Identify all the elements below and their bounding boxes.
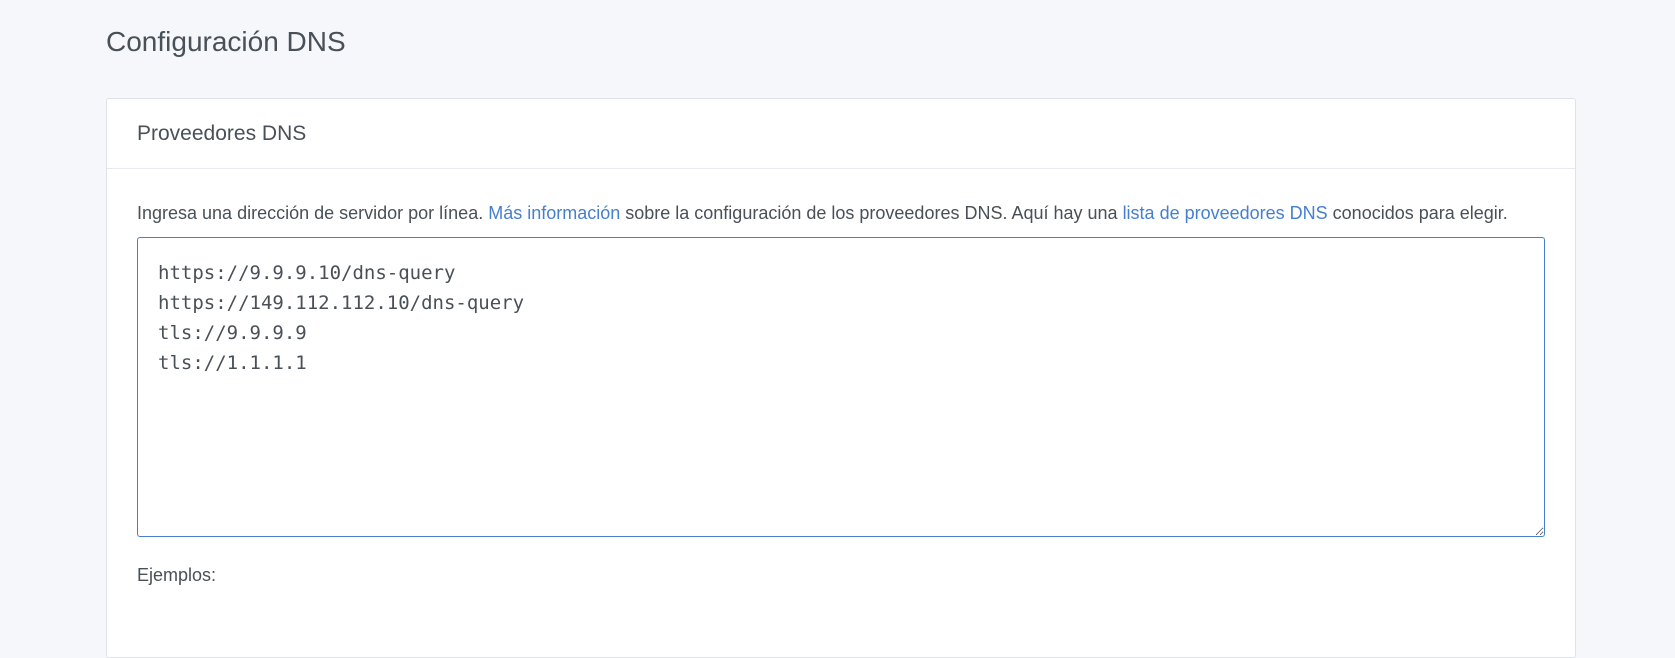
card-title: Proveedores DNS [137, 121, 307, 145]
upstream-dns-textarea[interactable] [137, 237, 1545, 537]
dns-providers-card: Proveedores DNS Ingresa una dirección de… [106, 98, 1576, 658]
card-body: Ingresa una dirección de servidor por lí… [107, 169, 1575, 586]
examples-label: Ejemplos: [137, 565, 217, 585]
dns-providers-list-link[interactable]: lista de proveedores DNS [1123, 203, 1328, 223]
description-text-1: Ingresa una dirección de servidor por lí… [137, 203, 489, 223]
page-title: Configuración DNS [106, 26, 346, 57]
card-header: Proveedores DNS [107, 99, 1575, 169]
description-text-2: sobre la configuración de los proveedore… [620, 203, 1123, 223]
description-text-3: conocidos para elegir. [1327, 203, 1508, 223]
upstream-description: Ingresa una dirección de servidor por lí… [137, 199, 1547, 227]
more-info-link[interactable]: Más información [488, 203, 620, 223]
